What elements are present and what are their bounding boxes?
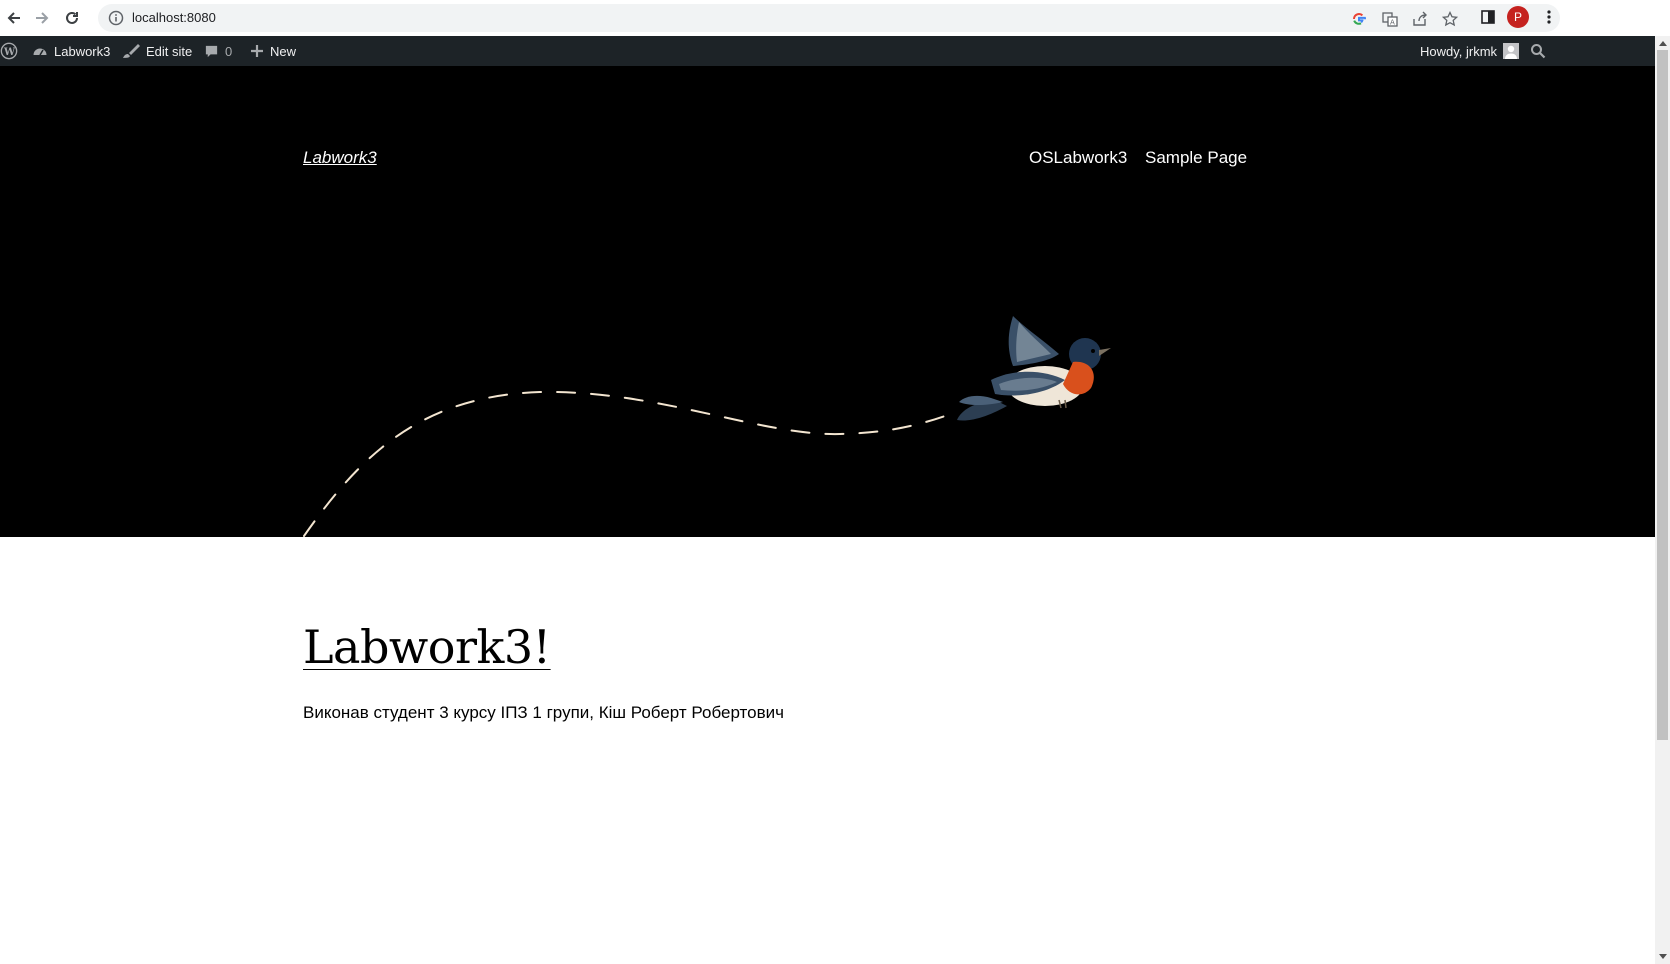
profile-button[interactable]: P xyxy=(1507,6,1529,28)
wp-logo-menu[interactable]: W xyxy=(0,36,18,66)
google-icon xyxy=(1353,13,1366,25)
share-icon xyxy=(1413,11,1427,26)
edit-site-label: Edit site xyxy=(146,43,193,59)
hero-illustration xyxy=(303,316,1111,537)
translate-button[interactable]: A xyxy=(1381,10,1399,28)
browser-menu-button[interactable] xyxy=(1538,6,1560,28)
scroll-down-button[interactable] xyxy=(1655,950,1670,964)
wordpress-logo-icon: W xyxy=(0,42,18,60)
arrow-left-icon xyxy=(7,12,20,24)
reload-icon xyxy=(66,11,78,24)
new-label: New xyxy=(270,43,297,59)
avatar xyxy=(1503,43,1520,59)
dashboard-icon xyxy=(33,48,47,56)
caret-up-icon xyxy=(1658,41,1667,46)
wp-admin-bar: W Labwork3 Edit site 0 New Howdy, jrkmk xyxy=(0,36,1670,66)
arrow-right-icon xyxy=(36,12,49,24)
flight-path xyxy=(303,390,946,537)
kebab-menu-icon xyxy=(1547,10,1551,24)
bookmark-button[interactable] xyxy=(1441,10,1459,28)
edit-site-link[interactable]: Edit site xyxy=(122,36,192,66)
svg-text:W: W xyxy=(3,47,16,58)
post-excerpt: Виконав студент 3 курсу ІПЗ 1 групи, Кіш… xyxy=(303,703,784,722)
side-panel-button[interactable] xyxy=(1477,6,1499,28)
bird-illustration xyxy=(957,316,1111,421)
svg-text:A: A xyxy=(1390,19,1395,27)
admin-search-button[interactable] xyxy=(1530,36,1546,66)
site-name-label: Labwork3 xyxy=(54,43,111,59)
brush-icon xyxy=(123,44,140,58)
profile-avatar[interactable]: P xyxy=(1507,6,1529,28)
nav-item-sample-page[interactable]: Sample Page xyxy=(1145,148,1247,168)
google-button[interactable] xyxy=(1350,10,1368,28)
translate-icon: A xyxy=(1382,12,1398,27)
reload-button[interactable] xyxy=(58,4,86,32)
side-panel-icon xyxy=(1481,10,1495,24)
nav-item-oslabwork3[interactable]: OSLabwork3 xyxy=(1029,148,1127,168)
comment-icon xyxy=(205,45,218,57)
my-account-menu[interactable]: Howdy, jrkmk xyxy=(1420,36,1520,66)
howdy-label: Howdy, jrkmk xyxy=(1420,43,1498,59)
plus-icon xyxy=(251,45,263,57)
post-title-link[interactable]: Labwork3! xyxy=(303,620,551,674)
scroll-up-button[interactable] xyxy=(1655,36,1670,50)
address-bar[interactable]: localhost:8080 A xyxy=(98,4,1560,32)
caret-down-icon xyxy=(1658,954,1667,959)
comments-link[interactable]: 0 xyxy=(204,36,232,66)
url-text[interactable]: localhost:8080 xyxy=(132,10,216,25)
back-button[interactable] xyxy=(0,4,28,32)
browser-toolbar: localhost:8080 A P xyxy=(0,0,1670,37)
page-scrollbar[interactable] xyxy=(1655,36,1670,964)
scroll-thumb[interactable] xyxy=(1657,50,1668,740)
share-button[interactable] xyxy=(1411,10,1429,28)
site-name-menu[interactable]: Labwork3 xyxy=(32,36,110,66)
star-icon xyxy=(1442,11,1458,27)
site-header: Labwork3 OSLabwork3 Sample Page xyxy=(0,66,1655,537)
search-icon xyxy=(1531,44,1546,59)
info-icon[interactable] xyxy=(108,10,124,26)
comments-count: 0 xyxy=(225,43,233,59)
new-content-menu[interactable]: New xyxy=(250,36,296,66)
site-title-link[interactable]: Labwork3 xyxy=(303,148,377,168)
forward-button[interactable] xyxy=(28,4,56,32)
